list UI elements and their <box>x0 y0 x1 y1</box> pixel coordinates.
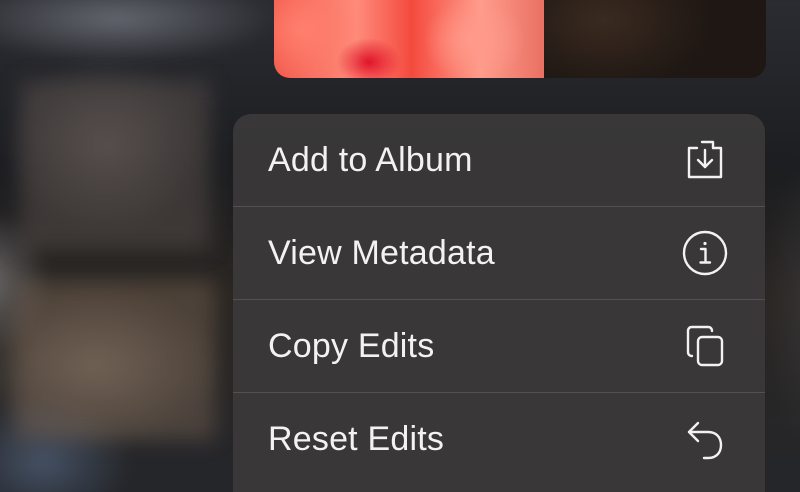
copy-icon <box>681 322 729 370</box>
revert-icon <box>681 416 729 464</box>
menu-item-copy-edits[interactable]: Copy Edits <box>233 300 765 393</box>
photo-preview-background <box>544 0 766 78</box>
add-to-album-icon <box>681 136 729 184</box>
blurred-photo-tile <box>15 280 215 440</box>
screen: Add to Album View Metadata Copy Edits Re… <box>0 0 800 492</box>
photo-preview-tulip <box>274 0 549 78</box>
info-icon <box>681 229 729 277</box>
menu-item-label: View Metadata <box>268 233 495 272</box>
menu-item-add-to-album[interactable]: Add to Album <box>233 114 765 207</box>
menu-item-label: Copy Edits <box>268 326 435 365</box>
blurred-photo-tile <box>20 80 210 250</box>
menu-item-label: Add to Album <box>268 140 473 179</box>
menu-item-reset-edits[interactable]: Reset Edits <box>233 393 765 486</box>
menu-item-label: Reset Edits <box>268 420 445 458</box>
photo-preview <box>274 0 766 78</box>
context-menu: Add to Album View Metadata Copy Edits Re… <box>233 114 765 492</box>
menu-item-view-metadata[interactable]: View Metadata <box>233 207 765 300</box>
